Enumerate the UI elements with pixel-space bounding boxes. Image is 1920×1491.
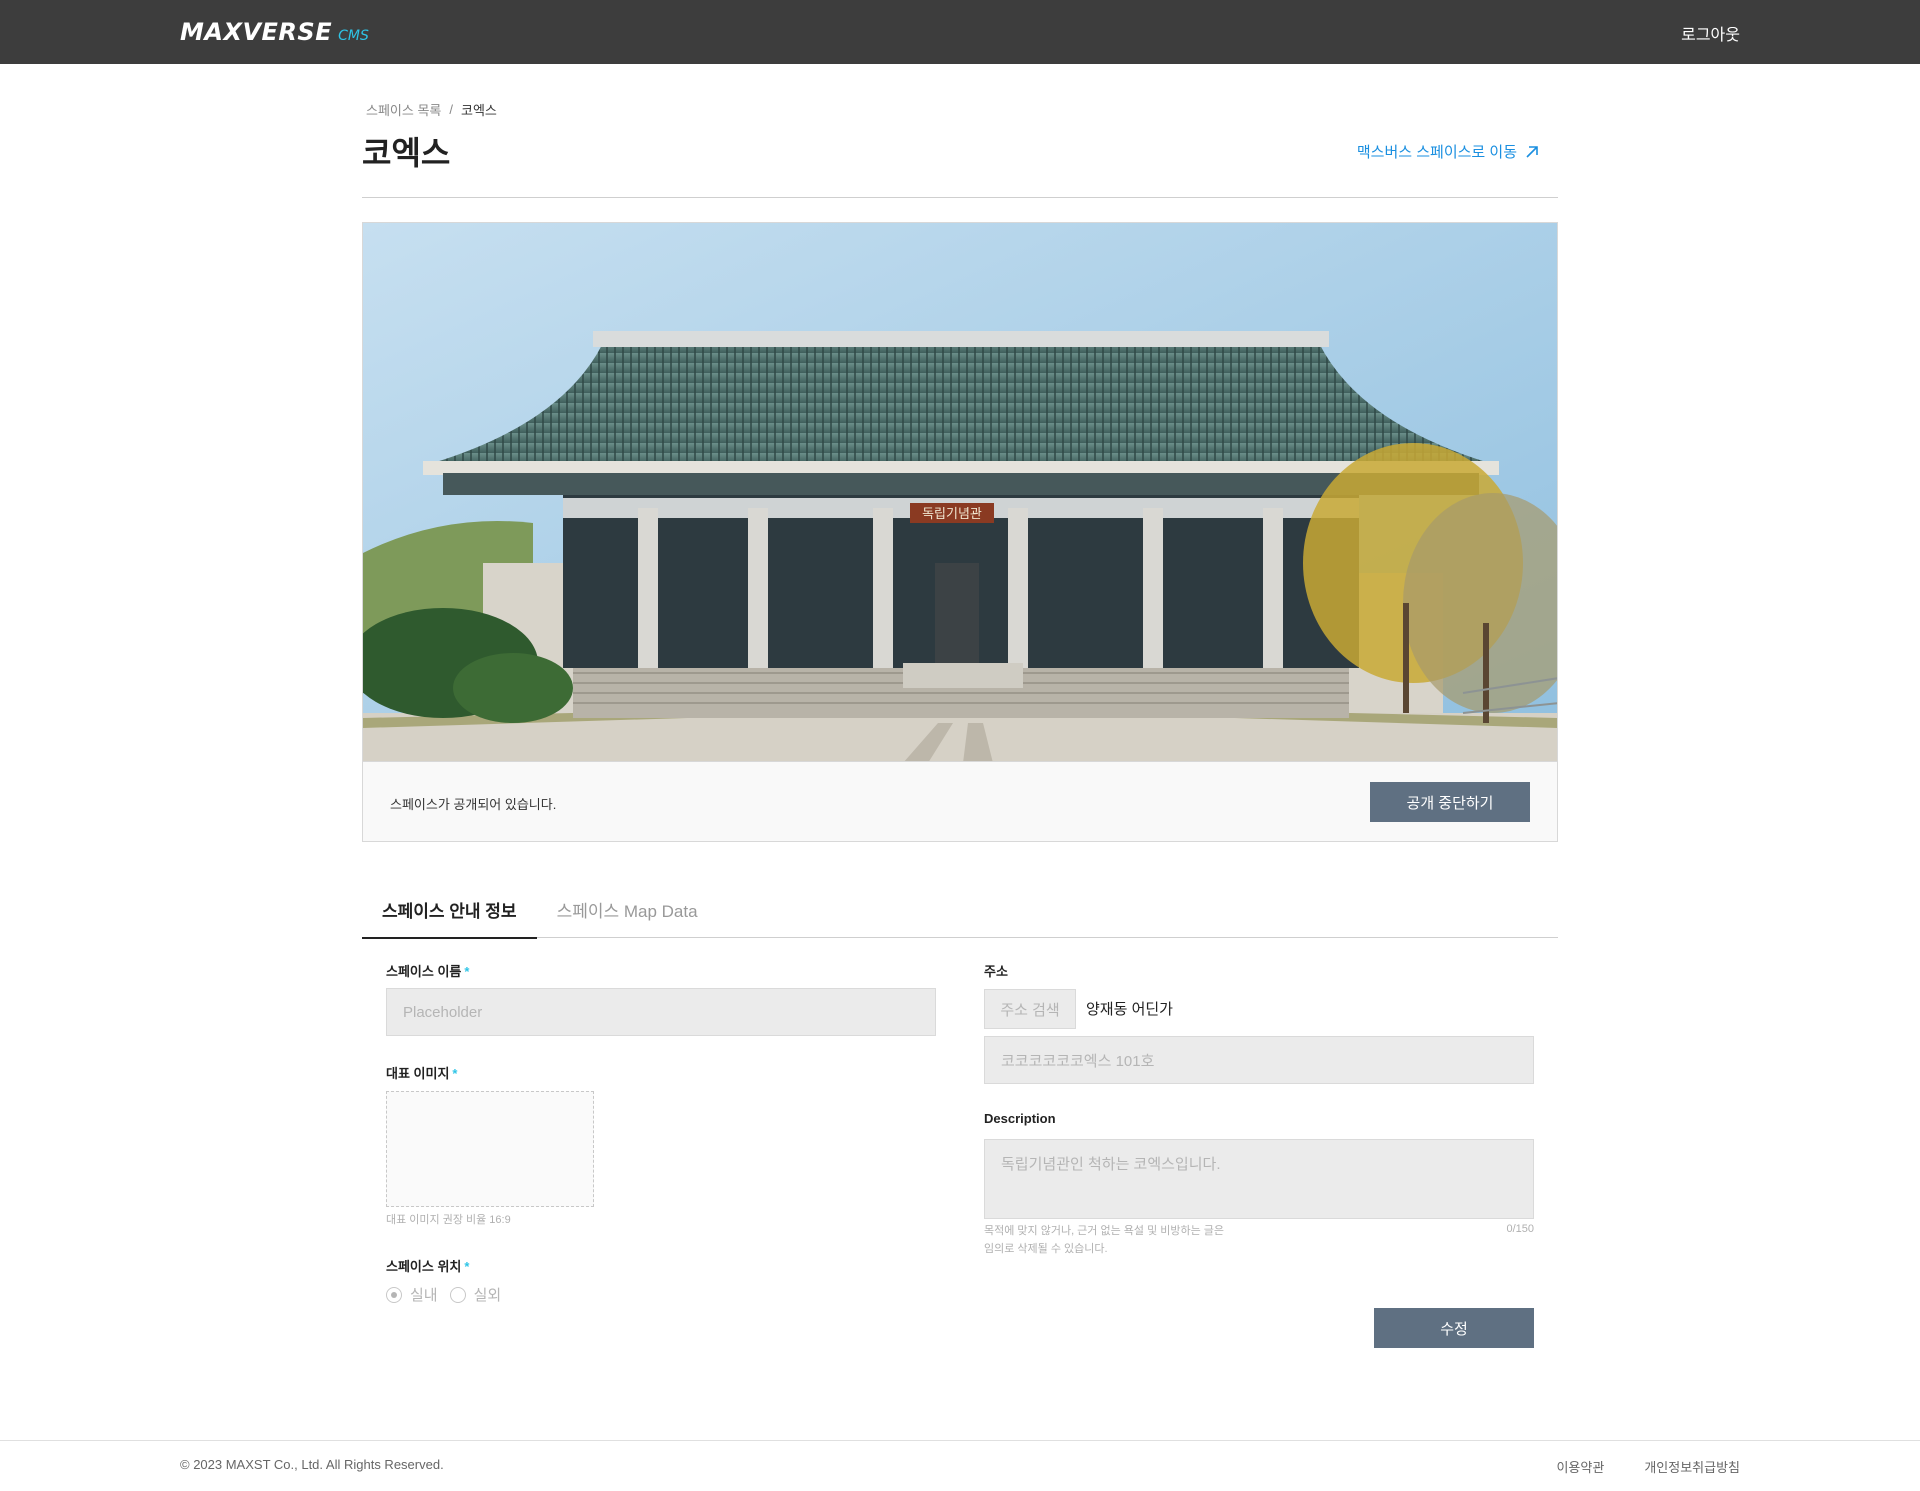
breadcrumb-current: 코엑스 [461,103,497,118]
space-location-label: 스페이스 위치 * [386,1256,469,1275]
arrow-up-right-icon [1526,145,1538,158]
rep-image-upload-area[interactable] [386,1091,594,1207]
address-label: 주소 [984,964,1008,979]
edit-submit-button[interactable]: 수정 [1374,1308,1534,1348]
page-title: 코엑스 [362,135,451,171]
space-name-label: 스페이스 이름 * [386,961,469,980]
space-name-input[interactable]: Placeholder [386,988,936,1036]
space-name-label-text: 스페이스 이름 [386,964,462,979]
copyright-text: © 2023 MAXST Co., Ltd. All Rights Reserv… [180,1457,444,1472]
logout-link[interactable]: 로그아웃 [1681,21,1740,45]
open-maxverse-space-link[interactable]: 맥스버스 스페이스로 이동 [1357,141,1539,162]
description-hint: 목적에 맞지 않거나, 근거 없는 욕설 및 비방하는 글은 임의로 삭제될 수… [984,1222,1224,1258]
title-divider [362,197,1558,198]
location-option-indoor[interactable]: 실내 [386,1284,438,1305]
hall-sign-text: 독립기념관 [922,507,982,522]
radio-button-checked[interactable] [386,1286,402,1303]
description-textarea[interactable]: 독립기념관인 척하는 코엑스입니다. [984,1139,1534,1219]
privacy-policy-link[interactable]: 개인정보취급방침 [1644,1457,1740,1476]
top-navbar: MAXVERSE CMS 로그아웃 [0,0,1920,64]
footer: © 2023 MAXST Co., Ltd. All Rights Reserv… [0,1440,1920,1491]
tab-space-info[interactable]: 스페이스 안내 정보 [362,880,537,939]
space-location-label-text: 스페이스 위치 [386,1259,462,1274]
space-tabs: 스페이스 안내 정보 스페이스 Map Data [362,880,1558,939]
maxverse-logo[interactable]: MAXVERSE CMS [180,18,369,46]
publish-status-text: 스페이스가 공개되어 있습니다. [390,797,557,812]
breadcrumb-parent[interactable]: 스페이스 목록 [366,100,441,119]
address-search-button[interactable]: 주소 검색 [984,989,1076,1029]
building-photo: 독립기념관 [363,223,1557,761]
breadcrumb-separator: / [449,102,453,117]
description-hint-line2: 임의로 삭제될 수 있습니다. [984,1243,1108,1255]
required-mark: * [464,964,470,979]
description-char-counter: 0/150 [1506,1223,1534,1235]
location-option-outdoor[interactable]: 실외 [449,1284,502,1305]
logo-sub-text: CMS [338,28,369,44]
radio-button[interactable] [449,1286,466,1303]
rep-image-label-text: 대표 이미지 [386,1066,450,1081]
breadcrumb: 스페이스 목록 / 코엑스 [366,100,497,119]
space-hero-image: 독립기념관 [362,222,1558,762]
description-hint-line1: 목적에 맞지 않거나, 근거 없는 욕설 및 비방하는 글은 [984,1225,1225,1237]
tab-space-map-data[interactable]: 스페이스 Map Data [537,880,718,938]
required-mark: * [452,1066,458,1081]
address-value: 양재동 어딘가 [1086,1001,1173,1018]
rep-image-hint: 대표 이미지 권장 비율 16:9 [386,1214,511,1226]
address-detail-input[interactable]: 코코코코코코엑스 101호 [984,1036,1534,1084]
logo-main-text: MAXVERSE [180,18,333,46]
rep-image-label: 대표 이미지 * [386,1063,457,1082]
space-location-radio-group: 실내 실외 [386,1284,501,1305]
required-mark: * [464,1259,470,1274]
unpublish-button[interactable]: 공개 중단하기 [1370,782,1530,822]
location-option-indoor-label: 실내 [410,1287,438,1304]
footer-links: 이용약관 개인정보취급방침 [1556,1457,1740,1476]
description-label: Description [984,1111,1056,1126]
open-maxverse-space-label: 맥스버스 스페이스로 이동 [1356,144,1517,161]
publish-status-bar: 스페이스가 공개되어 있습니다. 공개 중단하기 [362,762,1558,842]
terms-link[interactable]: 이용약관 [1556,1457,1604,1476]
location-option-outdoor-label: 실외 [473,1287,502,1304]
